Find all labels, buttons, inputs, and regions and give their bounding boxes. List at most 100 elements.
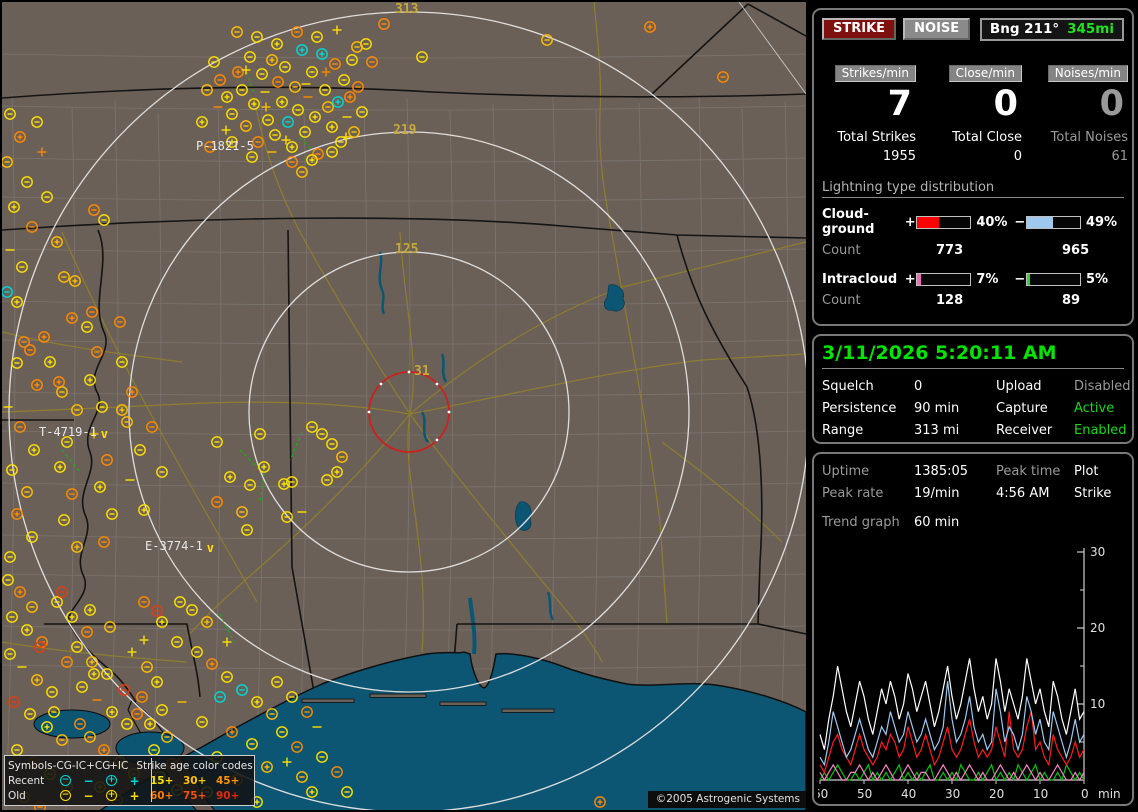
plot-mode-value: Strike [1074, 486, 1112, 501]
persistence-value: 90 min [914, 401, 960, 416]
peak-rate-label: Peak rate [822, 486, 884, 501]
receiver-status: Enabled [1074, 423, 1127, 438]
svg-text:313: 313 [395, 2, 418, 17]
ic-neg-bar [1025, 273, 1081, 286]
strike-toggle-button[interactable]: STRIKE [822, 18, 897, 40]
ic-neg-count: 89 [1062, 293, 1081, 308]
noises-per-min-col: Noises/min 0 Total Noises 61 [1026, 62, 1132, 164]
svg-text:40: 40 [901, 787, 916, 801]
receiver-status-grid: Squelch 0 Upload Disabled Persistence 90… [822, 379, 1130, 438]
count-label: Count [822, 243, 861, 258]
noises-per-min-header: Noises/min [1047, 65, 1128, 82]
svg-text:20: 20 [989, 787, 1004, 801]
strikes-per-min-col: Strikes/min 7 Total Strikes 1955 [814, 62, 920, 164]
squelch-label: Squelch [822, 379, 874, 394]
close-per-min-col: Close/min 0 Total Close 0 [920, 62, 1026, 164]
legend-col-pos-cg: +CG [86, 759, 111, 772]
lightning-map[interactable]: 313 219 125 31 P-1821-5 T-4719-1 v E-3774-1 v Sy… [2, 2, 806, 810]
noise-toggle-button[interactable]: NOISE [903, 18, 971, 40]
legend-symbols-header: Symbols [8, 759, 53, 772]
peak-time-label: Peak time [996, 464, 1061, 479]
old-pos-ic-icon: + [129, 788, 140, 803]
intracloud-count-row: Count 128 89 [822, 293, 1124, 308]
receiver-status-box: 3/11/2026 5:20:11 AM Squelch 0 Upload Di… [812, 334, 1134, 444]
legend-col-neg-ic: -IC [71, 759, 87, 772]
distribution-title: Lightning type distribution [822, 180, 1124, 198]
ic-pos-pct: 7% [976, 272, 999, 287]
cg-neg-count: 965 [1062, 243, 1090, 258]
minus-sign: − [1014, 214, 1026, 230]
age-code-30: 30+ [183, 774, 207, 787]
minus-sign: − [1014, 272, 1026, 287]
total-strikes-value: 1955 [882, 149, 916, 164]
upload-label: Upload [996, 379, 1042, 394]
age-code-75: 75+ [183, 789, 207, 802]
svg-text:60: 60 [818, 787, 828, 801]
old-neg-cg-icon: − [60, 790, 71, 801]
capture-label: Capture [996, 401, 1048, 416]
uptime-grid: Uptime 1385:05 Peak time Plot Peak rate … [822, 464, 1124, 501]
trend-graph-chart: 10 20 30 60 50 40 30 20 10 0 min [818, 545, 1121, 801]
cloud-ground-row: Cloud-ground + 40% − 49% [822, 207, 1124, 237]
age-code-90: 90+ [216, 789, 240, 802]
total-noises-value: 61 [1111, 149, 1128, 164]
bearing-display: Bng 211° 345mi [979, 18, 1124, 41]
total-close-label: Total Close [952, 130, 1022, 145]
strikes-per-min-value: 7 [887, 84, 912, 124]
strikes-per-min-header: Strikes/min [834, 65, 916, 82]
bearing-range: 345mi [1067, 21, 1114, 37]
age-code-45: 45+ [216, 774, 240, 787]
persistence-label: Persistence [822, 401, 897, 416]
plot-label: Plot [1074, 464, 1099, 479]
recent-pos-ic-icon: + [129, 773, 140, 788]
plus-sign: + [904, 272, 916, 287]
ic-pos-bar [916, 273, 972, 286]
rate-columns: Strikes/min 7 Total Strikes 1955 Close/m… [814, 62, 1132, 164]
bearing-label: Bng 211° [989, 21, 1060, 37]
svg-text:P-1821-5: P-1821-5 [196, 139, 254, 153]
range-value: 313 mi [914, 423, 960, 438]
close-per-min-value: 0 [993, 84, 1018, 124]
svg-text:10: 10 [1033, 787, 1048, 801]
legend-col-neg-cg: -CG [52, 759, 72, 772]
cg-neg-bar [1025, 215, 1081, 229]
legend-col-pos-ic: +IC [109, 759, 129, 772]
legend-row-recent: Recent [8, 774, 45, 787]
old-neg-ic-icon: − [83, 788, 94, 803]
svg-text:10: 10 [1090, 697, 1105, 711]
range-label: Range [822, 423, 864, 438]
noises-per-min-value: 0 [1099, 84, 1124, 124]
trend-graph-row: Trend graph 60 min [822, 515, 1124, 530]
svg-text:30: 30 [1090, 545, 1105, 559]
svg-text:50: 50 [857, 787, 872, 801]
peak-time-value: 4:56 AM [996, 486, 1050, 501]
uptime-value: 1385:05 [914, 464, 969, 479]
count-label: Count [822, 293, 861, 308]
cg-pos-count: 773 [936, 243, 964, 258]
map-canvas: 31321912531P-1821-5T-4719-1 vE-3774-1 v [2, 2, 806, 810]
receiver-label: Receiver [996, 423, 1053, 438]
legend-divider [151, 758, 152, 802]
ic-neg-pct: 5% [1085, 272, 1109, 287]
trend-graph-label: Trend graph [822, 515, 900, 530]
plus-sign: + [904, 214, 916, 230]
svg-text:min: min [1098, 787, 1121, 801]
cg-pos-pct: 40% [976, 214, 1008, 230]
cg-pos-bar [916, 215, 972, 229]
close-per-min-header: Close/min [948, 65, 1022, 82]
intracloud-row: Intracloud + 7% − 5% [822, 272, 1124, 287]
ic-pos-count: 128 [936, 293, 964, 308]
svg-text:31: 31 [414, 364, 430, 379]
upload-status: Disabled [1074, 379, 1131, 394]
recent-neg-ic-icon: − [83, 773, 94, 788]
svg-text:219: 219 [393, 123, 416, 138]
recent-pos-cg-icon: + [106, 775, 117, 786]
svg-text:20: 20 [1090, 621, 1105, 635]
status-panel: STRIKE NOISE Bng 211° 345mi Strikes/min 7… [808, 0, 1138, 812]
total-close-value: 0 [1013, 149, 1022, 164]
legend-row-old: Old [8, 789, 26, 802]
copyright-text: ©2005 Astrogenic Systems [647, 791, 806, 808]
strike-stats-box: STRIKE NOISE Bng 211° 345mi Strikes/min 7… [812, 8, 1134, 326]
squelch-value: 0 [914, 379, 923, 394]
total-noises-label: Total Noises [1050, 130, 1128, 145]
